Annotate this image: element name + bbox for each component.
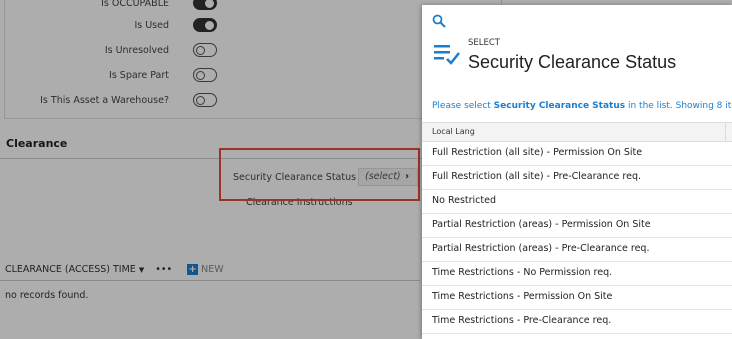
list-item[interactable]: Time Restrictions - No Permission req. <box>422 262 732 286</box>
list-check-icon <box>434 45 460 65</box>
list-item[interactable]: No Restricted <box>422 190 732 214</box>
list-item[interactable]: Partial Restriction (areas) - Pre-Cleara… <box>422 238 732 262</box>
lookup-dialog: SELECT Security Clearance Status Please … <box>422 5 732 339</box>
list-item[interactable]: Full Restriction (all site) - Pre-Cleara… <box>422 166 732 190</box>
select-caption: SELECT <box>468 38 500 48</box>
column-header-label: Local Lang <box>432 127 475 136</box>
list-item[interactable]: Partial Restriction (areas) - Permission… <box>422 214 732 238</box>
info-text: Please select Security Clearance Status … <box>432 101 732 111</box>
info-entity: Security Clearance Status <box>493 101 626 111</box>
list-item[interactable]: Time Restrictions - Permission On Site <box>422 286 732 310</box>
dialog-title: Security Clearance Status <box>468 52 677 72</box>
list-item[interactable]: Time Restrictions - Pre-Clearance req. <box>422 310 732 334</box>
search-icon[interactable] <box>432 14 446 28</box>
column-header[interactable]: Local Lang <box>422 122 732 142</box>
list-item[interactable]: Full Restriction (all site) - Permission… <box>422 142 732 166</box>
